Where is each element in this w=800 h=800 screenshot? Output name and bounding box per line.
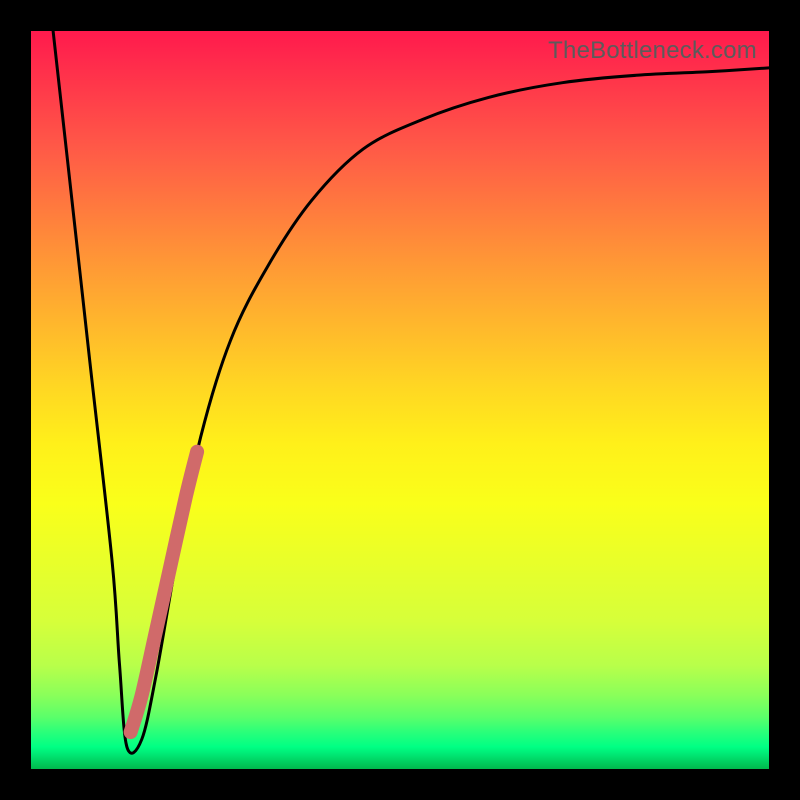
plot-area: TheBottleneck.com — [31, 31, 769, 769]
highlight-segment-path — [131, 452, 198, 732]
chart-svg — [31, 31, 769, 769]
chart-frame: TheBottleneck.com — [0, 0, 800, 800]
bottleneck-curve-path — [53, 31, 769, 753]
